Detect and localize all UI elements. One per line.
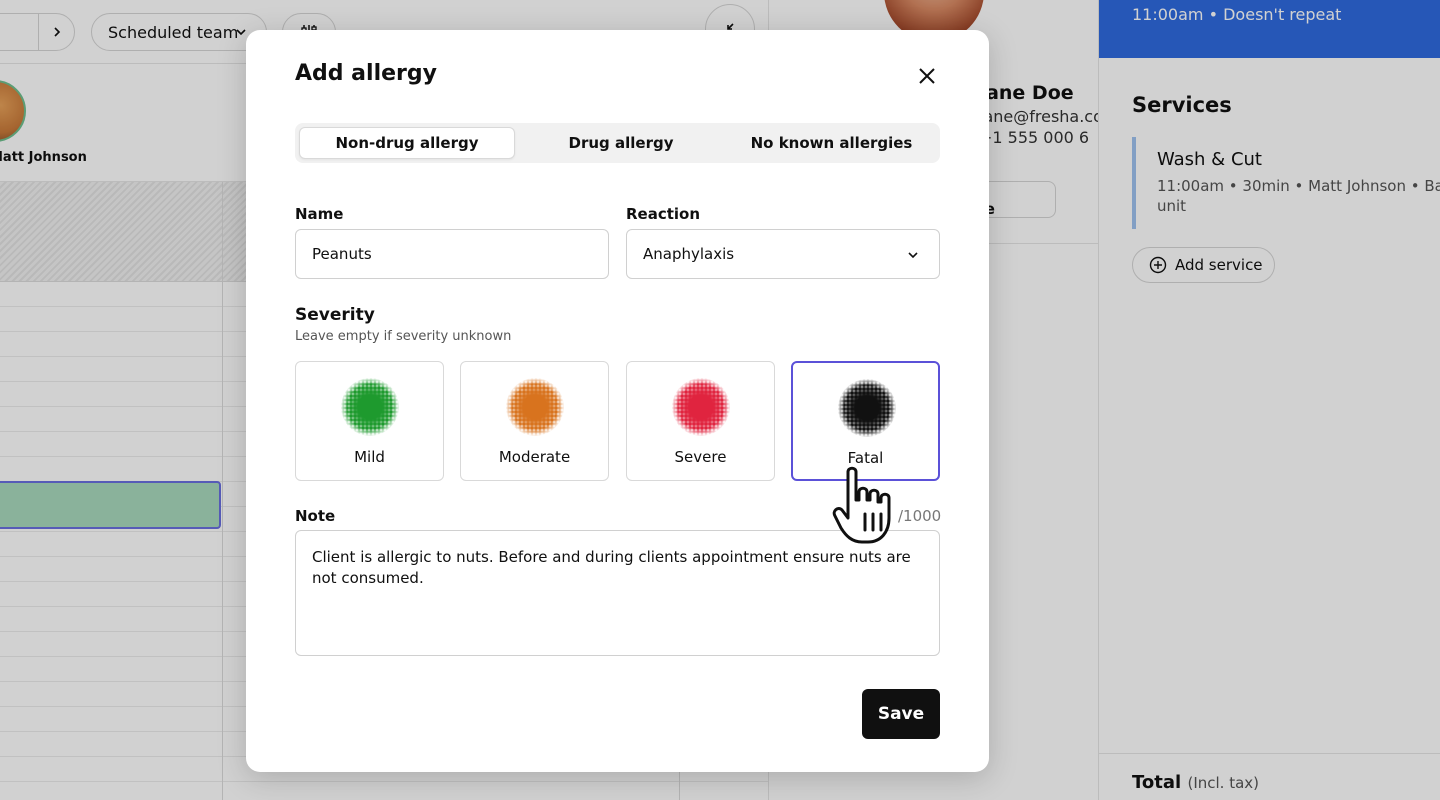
name-label: Name [295,205,344,223]
add-allergy-modal: Add allergy Non-drug allergy Drug allerg… [246,30,989,772]
severity-title: Severity [295,305,375,325]
note-label: Note [295,507,336,525]
severity-severe-icon [672,378,730,436]
reaction-label: Reaction [626,205,701,223]
close-button[interactable] [911,60,943,92]
name-input-value: Peanuts [312,245,372,263]
severity-label: Fatal [847,449,884,467]
severity-label: Severe [674,448,727,466]
close-icon [919,68,935,84]
tab-drug-allergy[interactable]: Drug allergy [515,127,727,159]
reaction-select[interactable]: Anaphylaxis [626,229,940,279]
severity-fatal-icon [838,379,896,437]
severity-label: Mild [354,448,385,466]
note-textarea[interactable]: Client is allergic to nuts. Before and d… [295,530,940,656]
severity-option-fatal[interactable]: Fatal [791,361,940,481]
severity-option-moderate[interactable]: Moderate [460,361,609,481]
name-input[interactable]: Peanuts [295,229,609,279]
tab-non-drug-allergy[interactable]: Non-drug allergy [299,127,515,159]
allergy-type-tabs: Non-drug allergy Drug allergy No known a… [295,123,940,163]
severity-label: Moderate [498,448,571,466]
hand-pointer-icon [832,466,891,544]
severity-option-mild[interactable]: Mild [295,361,444,481]
save-button[interactable]: Save [862,689,940,739]
severity-mild-icon [341,378,399,436]
reaction-select-value: Anaphylaxis [643,245,735,263]
chevron-down-icon [908,252,918,259]
tab-no-known-allergies[interactable]: No known allergies [727,127,936,159]
severity-moderate-icon [506,378,564,436]
severity-option-severe[interactable]: Severe [626,361,775,481]
modal-title: Add allergy [295,61,437,86]
severity-hint: Leave empty if severity unknown [295,329,512,344]
